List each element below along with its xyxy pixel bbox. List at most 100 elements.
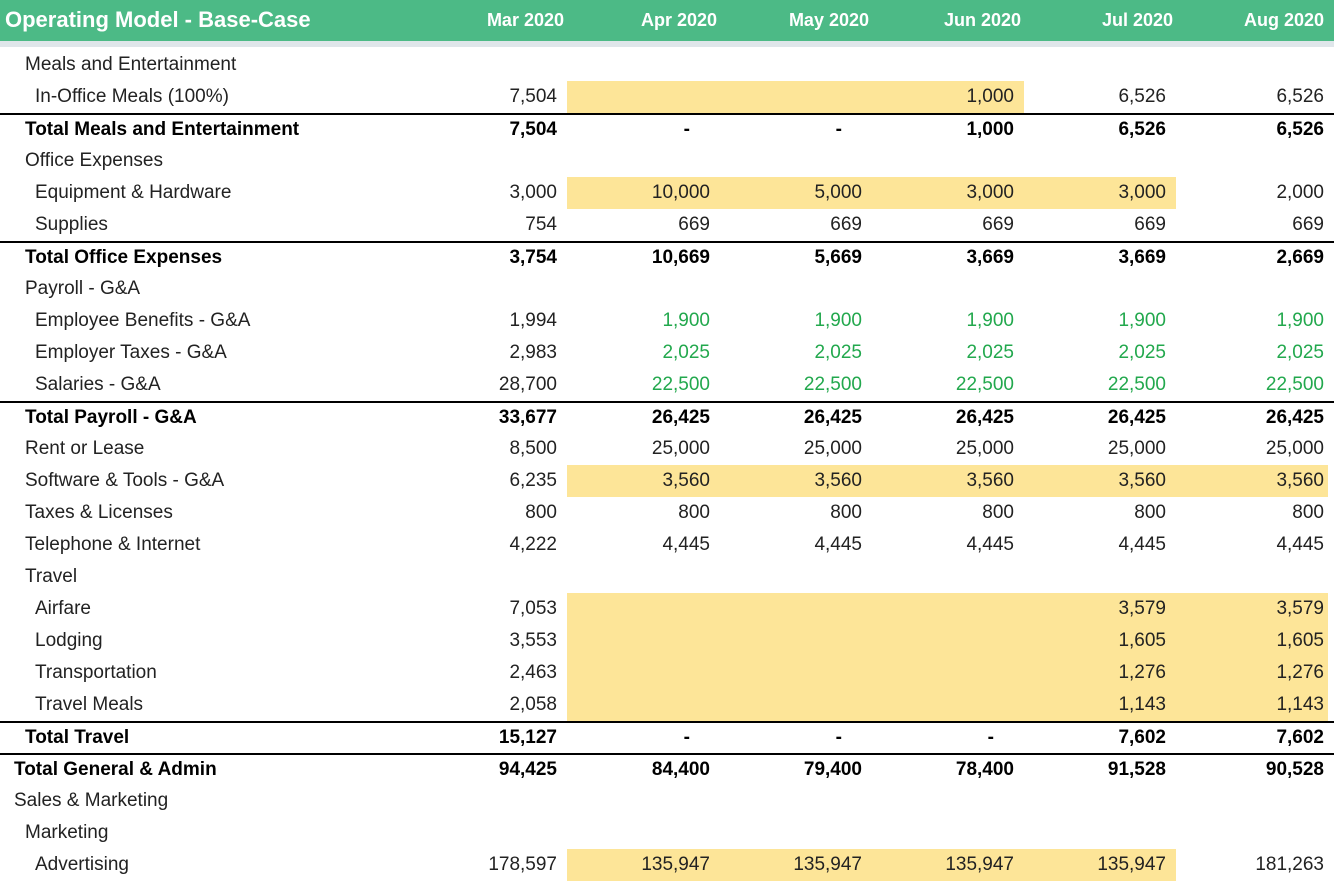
cell-mar-2020[interactable]: 15,127 xyxy=(415,723,567,753)
row-label[interactable]: Advertising xyxy=(35,849,129,881)
cell-mar-2020[interactable] xyxy=(415,273,567,305)
cell-jun-2020[interactable]: 4,445 xyxy=(872,529,1024,561)
cell-jul-2020[interactable] xyxy=(1024,785,1176,817)
row-label[interactable]: Total Travel xyxy=(25,723,129,753)
row-label[interactable]: Travel Meals xyxy=(35,689,143,721)
row-label[interactable]: Employer Taxes - G&A xyxy=(35,337,227,369)
row-label[interactable]: In-Office Meals (100%) xyxy=(35,81,229,113)
cell-may-2020[interactable]: - xyxy=(720,115,872,145)
cell-may-2020[interactable]: - xyxy=(720,723,872,753)
cell-mar-2020[interactable]: 3,000 xyxy=(415,177,567,209)
cell-apr-2020[interactable] xyxy=(567,145,720,177)
cell-apr-2020[interactable]: 25,000 xyxy=(567,433,720,465)
row-label[interactable]: Salaries - G&A xyxy=(35,369,161,401)
cell-jun-2020[interactable]: 135,947 xyxy=(872,849,1024,881)
cell-jun-2020[interactable] xyxy=(872,785,1024,817)
cell-apr-2020[interactable]: 4,445 xyxy=(567,529,720,561)
cell-aug-2020[interactable]: 6,526 xyxy=(1176,115,1328,145)
cell-aug-2020[interactable]: 2,669 xyxy=(1176,243,1328,273)
cell-may-2020[interactable]: 5,669 xyxy=(720,243,872,273)
cell-jul-2020[interactable]: 135,947 xyxy=(1024,849,1176,881)
row-label[interactable]: Payroll - G&A xyxy=(25,273,140,305)
cell-jul-2020[interactable]: 6,526 xyxy=(1024,81,1176,113)
cell-apr-2020[interactable] xyxy=(567,49,720,81)
cell-apr-2020[interactable] xyxy=(567,785,720,817)
cell-aug-2020[interactable]: 26,425 xyxy=(1176,403,1328,433)
cell-may-2020[interactable] xyxy=(720,593,872,625)
cell-jul-2020[interactable]: 7,602 xyxy=(1024,723,1176,753)
cell-aug-2020[interactable]: 25,000 xyxy=(1176,433,1328,465)
cell-apr-2020[interactable]: 2,025 xyxy=(567,337,720,369)
cell-jul-2020[interactable]: 1,143 xyxy=(1024,689,1176,721)
cell-apr-2020[interactable]: 10,000 xyxy=(567,177,720,209)
cell-jun-2020[interactable]: 25,000 xyxy=(872,433,1024,465)
cell-jul-2020[interactable]: 25,000 xyxy=(1024,433,1176,465)
cell-aug-2020[interactable]: 181,263 xyxy=(1176,849,1328,881)
cell-apr-2020[interactable]: 800 xyxy=(567,497,720,529)
cell-jul-2020[interactable]: 91,528 xyxy=(1024,755,1176,785)
cell-jun-2020[interactable] xyxy=(872,49,1024,81)
cell-jul-2020[interactable] xyxy=(1024,273,1176,305)
row-label[interactable]: Supplies xyxy=(35,209,108,241)
cell-aug-2020[interactable]: 3,579 xyxy=(1176,593,1328,625)
cell-jul-2020[interactable]: 3,579 xyxy=(1024,593,1176,625)
row-label[interactable]: Total Meals and Entertainment xyxy=(25,115,299,145)
cell-apr-2020[interactable] xyxy=(567,593,720,625)
cell-apr-2020[interactable]: 3,560 xyxy=(567,465,720,497)
cell-may-2020[interactable] xyxy=(720,145,872,177)
cell-may-2020[interactable] xyxy=(720,689,872,721)
cell-may-2020[interactable]: 22,500 xyxy=(720,369,872,401)
cell-mar-2020[interactable]: 7,504 xyxy=(415,115,567,145)
cell-mar-2020[interactable]: 2,983 xyxy=(415,337,567,369)
cell-aug-2020[interactable]: 2,000 xyxy=(1176,177,1328,209)
cell-jun-2020[interactable]: 3,560 xyxy=(872,465,1024,497)
cell-apr-2020[interactable]: 135,947 xyxy=(567,849,720,881)
cell-mar-2020[interactable]: 94,425 xyxy=(415,755,567,785)
cell-jun-2020[interactable] xyxy=(872,689,1024,721)
cell-jun-2020[interactable]: 26,425 xyxy=(872,403,1024,433)
cell-apr-2020[interactable]: 22,500 xyxy=(567,369,720,401)
cell-aug-2020[interactable] xyxy=(1176,49,1328,81)
cell-apr-2020[interactable] xyxy=(567,657,720,689)
row-label[interactable]: Telephone & Internet xyxy=(25,529,200,561)
cell-may-2020[interactable]: 800 xyxy=(720,497,872,529)
cell-mar-2020[interactable] xyxy=(415,145,567,177)
cell-jun-2020[interactable]: - xyxy=(872,723,1024,753)
row-label[interactable]: Lodging xyxy=(35,625,103,657)
cell-apr-2020[interactable]: - xyxy=(567,723,720,753)
cell-mar-2020[interactable]: 8,500 xyxy=(415,433,567,465)
cell-jun-2020[interactable]: 1,000 xyxy=(872,115,1024,145)
cell-jun-2020[interactable]: 1,900 xyxy=(872,305,1024,337)
cell-jun-2020[interactable] xyxy=(872,561,1024,593)
cell-jun-2020[interactable]: 78,400 xyxy=(872,755,1024,785)
cell-may-2020[interactable] xyxy=(720,49,872,81)
cell-jun-2020[interactable] xyxy=(872,145,1024,177)
cell-aug-2020[interactable]: 1,276 xyxy=(1176,657,1328,689)
cell-may-2020[interactable] xyxy=(720,273,872,305)
cell-mar-2020[interactable] xyxy=(415,49,567,81)
cell-apr-2020[interactable] xyxy=(567,625,720,657)
cell-jul-2020[interactable]: 3,669 xyxy=(1024,243,1176,273)
cell-mar-2020[interactable]: 33,677 xyxy=(415,403,567,433)
cell-may-2020[interactable]: 5,000 xyxy=(720,177,872,209)
cell-jun-2020[interactable]: 22,500 xyxy=(872,369,1024,401)
cell-mar-2020[interactable]: 178,597 xyxy=(415,849,567,881)
cell-aug-2020[interactable]: 1,143 xyxy=(1176,689,1328,721)
row-label[interactable]: Rent or Lease xyxy=(25,433,144,465)
cell-aug-2020[interactable]: 1,605 xyxy=(1176,625,1328,657)
column-header-apr-2020[interactable]: Apr 2020 xyxy=(567,8,717,32)
cell-mar-2020[interactable] xyxy=(415,817,567,849)
cell-apr-2020[interactable]: 10,669 xyxy=(567,243,720,273)
cell-mar-2020[interactable]: 800 xyxy=(415,497,567,529)
cell-aug-2020[interactable]: 3,560 xyxy=(1176,465,1328,497)
row-label[interactable]: Total Payroll - G&A xyxy=(25,403,197,433)
cell-aug-2020[interactable]: 90,528 xyxy=(1176,755,1328,785)
cell-apr-2020[interactable] xyxy=(567,689,720,721)
cell-jun-2020[interactable] xyxy=(872,817,1024,849)
column-header-jun-2020[interactable]: Jun 2020 xyxy=(872,8,1021,32)
cell-aug-2020[interactable] xyxy=(1176,817,1328,849)
cell-mar-2020[interactable]: 2,058 xyxy=(415,689,567,721)
cell-jul-2020[interactable] xyxy=(1024,145,1176,177)
cell-mar-2020[interactable] xyxy=(415,561,567,593)
cell-jul-2020[interactable]: 6,526 xyxy=(1024,115,1176,145)
